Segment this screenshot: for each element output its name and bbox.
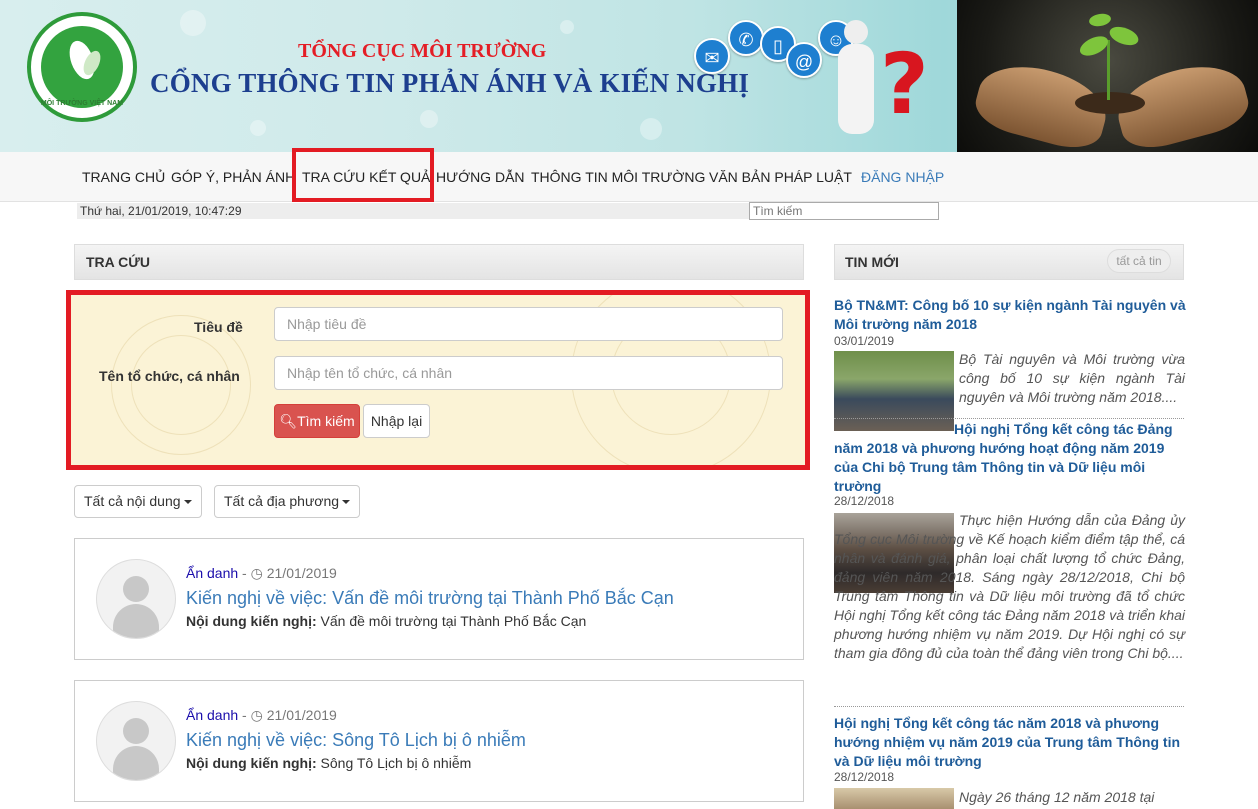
result-description: Nội dung kiến nghị: Vấn đề môi trường tạ… [186,613,586,629]
lookup-heading: TRA CỨU [74,244,804,280]
news-title-link[interactable]: Hội nghị Tổng kết công tác năm 2018 và p… [834,714,1186,771]
news-summary: Bộ Tài nguyên và Môi trường vừa công bố … [959,351,1185,405]
logo-text: MÔI TRƯỜNG VIỆT NAM [40,100,124,107]
news-date: 03/01/2019 [834,334,895,348]
nav-home[interactable]: TRANG CHỦ [82,152,165,202]
question-mark-icon: ? [880,35,929,133]
at-icon: @ [786,42,822,78]
nav-guide[interactable]: HƯỚNG DẪN [436,152,525,202]
search-button-label: Tìm kiếm [297,413,355,429]
result-author[interactable]: Ẩn danh [186,565,238,581]
result-date: 21/01/2019 [266,565,337,581]
search-icon: 🔍︎ [279,413,298,429]
search-button[interactable]: 🔍︎Tìm kiếm [274,404,360,438]
plant-icon [1107,40,1110,100]
nav-login[interactable]: ĐĂNG NHẬP [861,152,944,202]
result-date: 21/01/2019 [266,707,337,723]
reset-button[interactable]: Nhập lại [363,404,430,438]
news-thumbnail[interactable] [834,351,954,431]
content-filter-dropdown[interactable]: Tất cả nội dung [74,485,202,518]
result-meta: Ẩn danh - ◷ 21/01/2019 [186,565,337,581]
avatar [96,701,176,781]
result-title-link[interactable]: Kiến nghị về việc: Vấn đề môi trường tại… [186,588,674,609]
all-news-button[interactable]: tất cả tin [1107,249,1171,273]
news-date: 28/12/2018 [834,770,895,784]
title-input[interactable]: Nhập tiêu đề [274,307,783,341]
news-title-text: Hội nghị Tổng kết công tác Đảng năm 2018… [834,421,1173,494]
title-label: Tiêu đề [194,319,243,335]
phone-icon: ✆ [728,20,764,56]
divider [834,418,1184,419]
result-card: Ẩn danh - ◷ 21/01/2019 Kiến nghị về việc… [74,538,804,660]
result-content: Sông Tô Lịch bị ô nhiễm [320,755,472,771]
news-title-link[interactable]: Bộ TN&MT: Công bố 10 sự kiện ngành Tài n… [834,296,1186,334]
person-figure [830,20,880,135]
main-nav: TRANG CHỦ GÓP Ý, PHẢN ÁNH TRA CỨU KẾT QU… [0,152,1258,202]
caret-down-icon [183,500,192,505]
lookup-form: Tiêu đề Nhập tiêu đề Tên tổ chức, cá nhâ… [66,290,810,470]
result-meta: Ẩn danh - ◷ 21/01/2019 [186,707,337,723]
leaf-icon [1077,32,1111,60]
decor-bubble [560,20,574,34]
org-input[interactable]: Nhập tên tổ chức, cá nhân [274,356,783,390]
soil-shape [1075,92,1145,114]
result-content-label: Nội dung kiến nghị: [186,613,317,629]
clock-icon: ◷ [250,565,263,581]
result-content-label: Nội dung kiến nghị: [186,755,317,771]
org-label: Tên tổ chức, cá nhân [99,368,240,384]
result-description: Nội dung kiến nghị: Sông Tô Lịch bị ô nh… [186,755,471,771]
leaf-icon [1088,12,1112,28]
clock-icon: ◷ [250,707,263,723]
decor-bubble [640,118,662,140]
nav-highlight-box [292,148,434,202]
news-thumbnail[interactable] [834,788,954,809]
news-date: 28/12/2018 [834,494,895,508]
decor-bubble [180,10,206,36]
nav-environment-info[interactable]: THÔNG TIN MÔI TRƯỜNG [531,152,705,202]
region-filter-dropdown[interactable]: Tất cả địa phương [214,485,361,518]
banner-photo [957,0,1258,152]
search-input[interactable] [749,202,939,220]
divider [834,706,1184,707]
avatar [96,559,176,639]
site-logo[interactable]: MÔI TRƯỜNG VIỆT NAM [27,12,137,122]
region-filter-label: Tất cả địa phương [224,493,340,509]
news-summary: Ngày 26 tháng 12 năm 2018 tại [959,789,1155,805]
header-banner: MÔI TRƯỜNG VIỆT NAM TỔNG CỤC MÔI TRƯỜNG … [0,0,1258,152]
news-summary: Thực hiện Hướng dẫn của Đảng ủy Tổng cục… [834,512,1185,661]
email-icon: ✉ [694,38,730,74]
result-author[interactable]: Ẩn danh [186,707,238,723]
leaf-icon [1107,23,1141,49]
news-title-link[interactable]: Hội nghị Tổng kết công tác Đảng năm 2018… [834,420,1186,496]
result-title-link[interactable]: Kiến nghị về việc: Sông Tô Lịch bị ô nhi… [186,730,526,751]
banner-subtitle: TỔNG CỤC MÔI TRƯỜNG [298,40,547,62]
result-content: Vấn đề môi trường tại Thành Phố Bắc Cạn [320,613,587,629]
decor-bubble [420,110,438,128]
nav-legal-docs[interactable]: VĂN BẢN PHÁP LUẬT [709,152,852,202]
content-filter-label: Tất cả nội dung [84,493,181,509]
logo-emblem [41,26,123,108]
result-card: Ẩn danh - ◷ 21/01/2019 Kiến nghị về việc… [74,680,804,802]
nav-feedback[interactable]: GÓP Ý, PHẢN ÁNH [171,152,295,202]
caret-down-icon [342,500,351,505]
banner-title: CỔNG THÔNG TIN PHẢN ÁNH VÀ KIẾN NGHỊ [150,68,750,98]
decor-bubble [250,120,266,136]
